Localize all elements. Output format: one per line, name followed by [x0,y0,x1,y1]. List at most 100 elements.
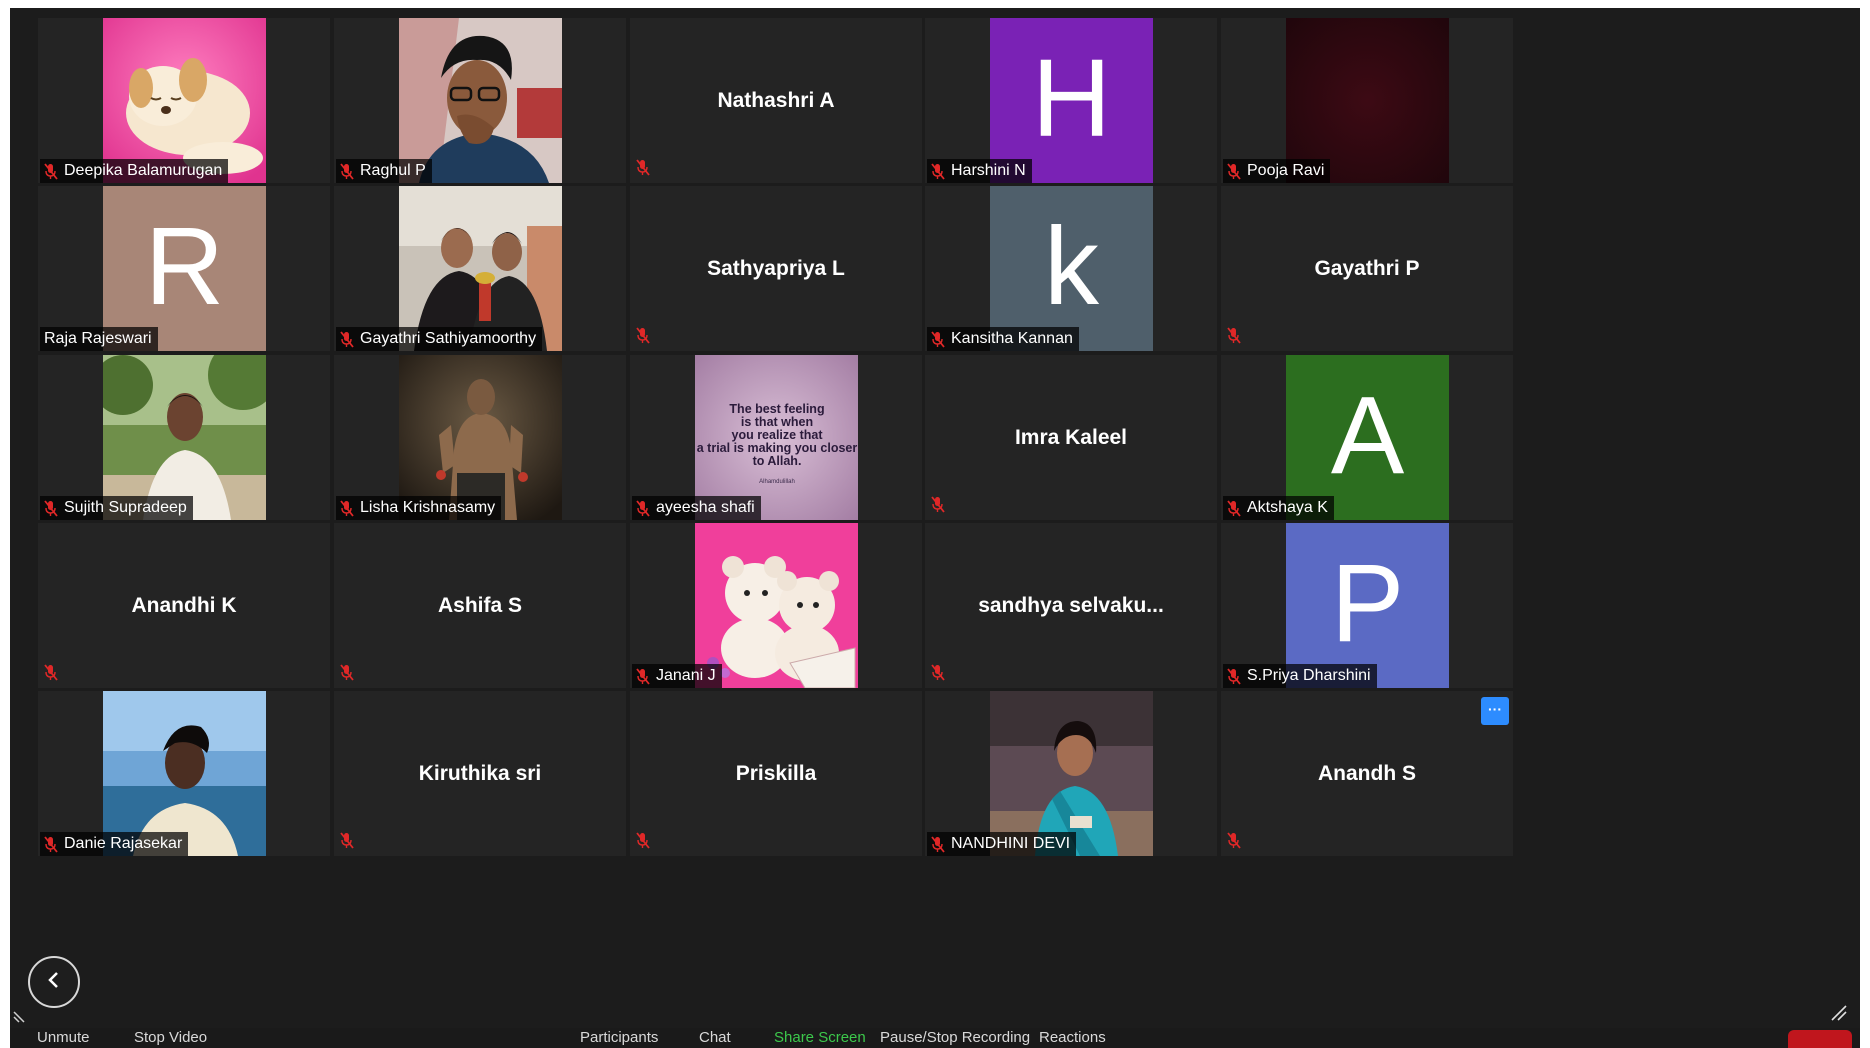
participant-name: NANDHINI DEVI [951,835,1071,852]
participant-tile[interactable]: R Raja Rajeswari [38,186,330,351]
microphone-muted-icon [1227,499,1241,517]
participant-name-tag: Danie Rajasekar [40,832,189,856]
svg-text:a trial is making you closer: a trial is making you closer [697,441,858,455]
participant-tile[interactable]: Nathashri A [630,18,922,183]
resize-handle-icon[interactable] [12,1008,28,1029]
participant-name-tag: Raghul P [336,159,432,183]
participant-tile[interactable]: Deepika Balamurugan [38,18,330,183]
unmute-button[interactable]: Unmute [37,1028,90,1048]
participant-tile[interactable]: Gayathri P [1221,186,1513,351]
participant-tile[interactable]: P S.Priya Dharshini [1221,523,1513,688]
resize-handle-icon[interactable] [1830,1004,1848,1027]
microphone-muted-icon [1227,832,1247,854]
svg-text:The best feeling: The best feeling [729,402,824,416]
participant-name-tag: Gayathri Sathiyamoorthy [336,327,543,351]
participant-name: Ashifa S [437,593,523,617]
microphone-muted-icon [636,667,650,685]
participant-name: Kansitha Kannan [951,330,1073,347]
meeting-toolbar: Unmute Stop Video Participants Chat Shar… [10,1028,1860,1048]
participant-tile[interactable]: Gayathri Sathiyamoorthy [334,186,626,351]
participant-tile[interactable]: Imra Kaleel [925,355,1217,520]
participant-name: Danie Rajasekar [64,835,183,852]
participant-name: Anandhi K [131,593,237,617]
participant-tile[interactable]: sandhya selvaku... [925,523,1217,688]
participant-tile[interactable]: Anandhi K [38,523,330,688]
microphone-muted-icon [340,664,360,686]
previous-page-button[interactable] [28,956,80,1008]
participant-name: Pooja Ravi [1247,162,1325,179]
participant-name: Anandh S [1318,761,1416,785]
participant-name-tag: Aktshaya K [1223,496,1334,520]
participant-name: Imra Kaleel [1014,425,1128,449]
participant-name: Sujith Supradeep [64,499,187,516]
microphone-muted-icon [44,162,58,180]
participant-tile[interactable]: k Kansitha Kannan [925,186,1217,351]
participant-tile[interactable]: A Aktshaya K [1221,355,1513,520]
participant-tile[interactable]: Ashifa S [334,523,626,688]
participant-name-tag: S.Priya Dharshini [1223,664,1377,688]
avatar-initial: H [1031,36,1112,160]
stop-video-button[interactable]: Stop Video [134,1028,207,1048]
participant-tile[interactable]: Raghul P [334,18,626,183]
participant-tile[interactable]: The best feeling is that when you realiz… [630,355,922,520]
participant-name: Raghul P [360,162,426,179]
participant-tile[interactable]: H Harshini N [925,18,1217,183]
participant-name: Aktshaya K [1247,499,1328,516]
participant-name-tag: Sujith Supradeep [40,496,193,520]
participant-name: Deepika Balamurugan [64,162,223,179]
microphone-muted-icon [636,159,656,181]
share-screen-button[interactable]: Share Screen [774,1028,866,1048]
participant-name-tag: Harshini N [927,159,1032,183]
participant-name-tag: Lisha Krishnasamy [336,496,502,520]
microphone-muted-icon [1227,327,1247,349]
participant-tile[interactable]: Anandh S [1221,691,1513,856]
microphone-muted-icon [44,835,58,853]
participant-name: Gayathri P [1314,256,1420,280]
participant-tile[interactable]: Lisha Krishnasamy [334,355,626,520]
participants-button[interactable]: Participants [580,1028,658,1048]
microphone-muted-icon [1227,667,1241,685]
participant-name-tag: Pooja Ravi [1223,159,1331,183]
microphone-muted-icon [636,832,656,854]
participant-name: Kiruthika sri [418,761,542,785]
participant-tile[interactable]: Janani J [630,523,922,688]
microphone-muted-icon [931,330,945,348]
chat-button[interactable]: Chat [699,1028,731,1048]
meeting-window: Deepika Balamurugan Raghul P Nathashri A H… [10,8,1860,1048]
reactions-button[interactable]: Reactions [1039,1028,1106,1048]
participant-tile[interactable]: Kiruthika sri [334,691,626,856]
participant-name: Harshini N [951,162,1026,179]
end-meeting-button[interactable] [1788,1030,1852,1048]
svg-text:is that when: is that when [741,415,813,429]
participant-name-tag: Kansitha Kannan [927,327,1079,351]
microphone-muted-icon [340,162,354,180]
microphone-muted-icon [44,664,64,686]
recording-button[interactable]: Pause/Stop Recording [880,1028,1030,1048]
more-options-button[interactable]: ··· [1481,697,1509,725]
microphone-muted-icon [931,496,951,518]
participant-name-tag: Deepika Balamurugan [40,159,229,183]
svg-text:Alhamdulillah: Alhamdulillah [759,479,795,485]
participant-name: ayeesha shafi [656,499,755,516]
participant-tile[interactable]: Danie Rajasekar [38,691,330,856]
microphone-muted-icon [931,162,945,180]
participant-tile[interactable]: NANDHINI DEVI [925,691,1217,856]
microphone-muted-icon [1227,162,1241,180]
avatar-initial: R [144,204,225,328]
microphone-muted-icon [636,327,656,349]
participant-tile[interactable]: Pooja Ravi [1221,18,1513,183]
svg-text:you realize that: you realize that [732,428,824,442]
svg-text:to Allah.: to Allah. [753,454,802,468]
microphone-muted-icon [340,330,354,348]
participant-name: Priskilla [735,761,817,785]
participant-name-tag: Raja Rajeswari [40,327,158,351]
microphone-muted-icon [340,499,354,517]
participant-tile[interactable]: Priskilla [630,691,922,856]
participant-name-tag: Janani J [632,664,722,688]
participant-name: Nathashri A [717,88,835,112]
participant-tile[interactable]: Sathyapriya L [630,186,922,351]
microphone-muted-icon [931,835,945,853]
participant-tile[interactable]: Sujith Supradeep [38,355,330,520]
microphone-muted-icon [340,832,360,854]
participant-name: Sathyapriya L [707,256,845,280]
